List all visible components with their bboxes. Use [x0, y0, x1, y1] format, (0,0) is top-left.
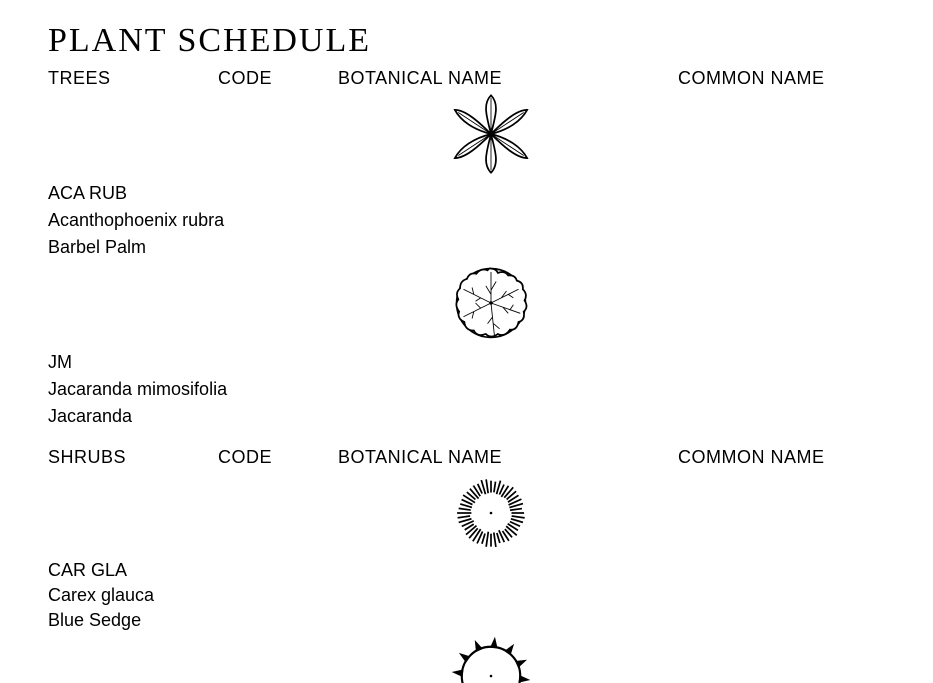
section-header-shrubs: SHRUBS CODE BOTANICAL NAME COMMON NAME	[48, 441, 933, 468]
radial-dashes-icon	[448, 470, 534, 556]
section-name: TREES	[48, 62, 218, 89]
spiky-circle-icon	[448, 633, 534, 683]
plant-symbol-cell	[48, 468, 933, 556]
tree-canopy-icon	[448, 260, 534, 346]
flower-star-icon	[448, 91, 534, 177]
plant-botanical: Acanthophoenix rubra	[48, 204, 933, 231]
plant-symbol-cell	[48, 258, 933, 346]
plant-symbol-cell	[48, 89, 933, 177]
col-code: CODE	[218, 62, 338, 89]
col-code: CODE	[218, 441, 338, 468]
col-botanical: BOTANICAL NAME	[338, 441, 678, 468]
page-title: PLANT SCHEDULE	[48, 22, 933, 60]
plant-botanical: Carex glauca	[48, 581, 933, 606]
col-botanical: BOTANICAL NAME	[338, 62, 678, 89]
col-common: COMMON NAME	[678, 441, 933, 468]
plant-common: Jacaranda	[48, 400, 933, 427]
plant-symbol-cell	[48, 631, 933, 683]
plant-schedule-page: PLANT SCHEDULE TREES CODE BOTANICAL NAME…	[0, 0, 933, 683]
section-header-trees: TREES CODE BOTANICAL NAME COMMON NAME	[48, 62, 933, 89]
plant-botanical: Jacaranda mimosifolia	[48, 373, 933, 400]
plant-code: JM	[48, 346, 933, 373]
col-common: COMMON NAME	[678, 62, 933, 89]
plant-code: CAR GLA	[48, 556, 933, 581]
plant-common: Blue Sedge	[48, 606, 933, 631]
plant-common: Barbel Palm	[48, 231, 933, 258]
section-name: SHRUBS	[48, 441, 218, 468]
plant-code: ACA RUB	[48, 177, 933, 204]
